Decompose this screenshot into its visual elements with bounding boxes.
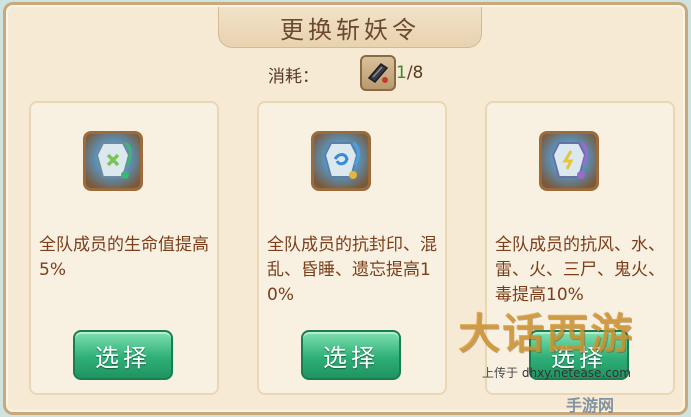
- dialog-title-bar: 更换斩妖令: [218, 7, 482, 48]
- cost-label: 消耗：: [268, 67, 319, 87]
- purple-jade-token-icon[interactable]: [539, 131, 599, 191]
- watermark-prefix: 上传于: [482, 366, 519, 380]
- blue-jade-token-icon[interactable]: [311, 131, 371, 191]
- watermark-url: dhxy.netease.com: [521, 366, 631, 380]
- watermark-logo: 大话西游: [458, 309, 635, 358]
- cost-count: 1/8: [396, 63, 423, 83]
- watermark-site: 上传于 dhxy.netease.com: [482, 364, 631, 381]
- token-icon[interactable]: [360, 55, 396, 91]
- select-button-1[interactable]: 选择: [73, 330, 173, 380]
- option-description: 全队成员的抗风、水、雷、火、三尸、鬼火、毒提高10%: [495, 235, 665, 305]
- cost-current: 1: [396, 63, 407, 83]
- cost-row: 消耗： 1/8: [268, 53, 468, 93]
- option-description: 全队成员的抗封印、混乱、昏睡、遗忘提高10%: [267, 235, 437, 305]
- option-description: 全队成员的生命值提高5%: [39, 235, 209, 280]
- dialog-title: 更换斩妖令: [280, 15, 420, 44]
- green-jade-token-icon[interactable]: [83, 131, 143, 191]
- select-button-2[interactable]: 选择: [301, 330, 401, 380]
- option-card-1: 全队成员的生命值提高5% 选择: [29, 101, 219, 395]
- option-card-2: 全队成员的抗封印、混乱、昏睡、遗忘提高10% 选择: [257, 101, 447, 395]
- watermark-corner: 手游网: [566, 396, 615, 415]
- cost-total: /8: [406, 63, 424, 83]
